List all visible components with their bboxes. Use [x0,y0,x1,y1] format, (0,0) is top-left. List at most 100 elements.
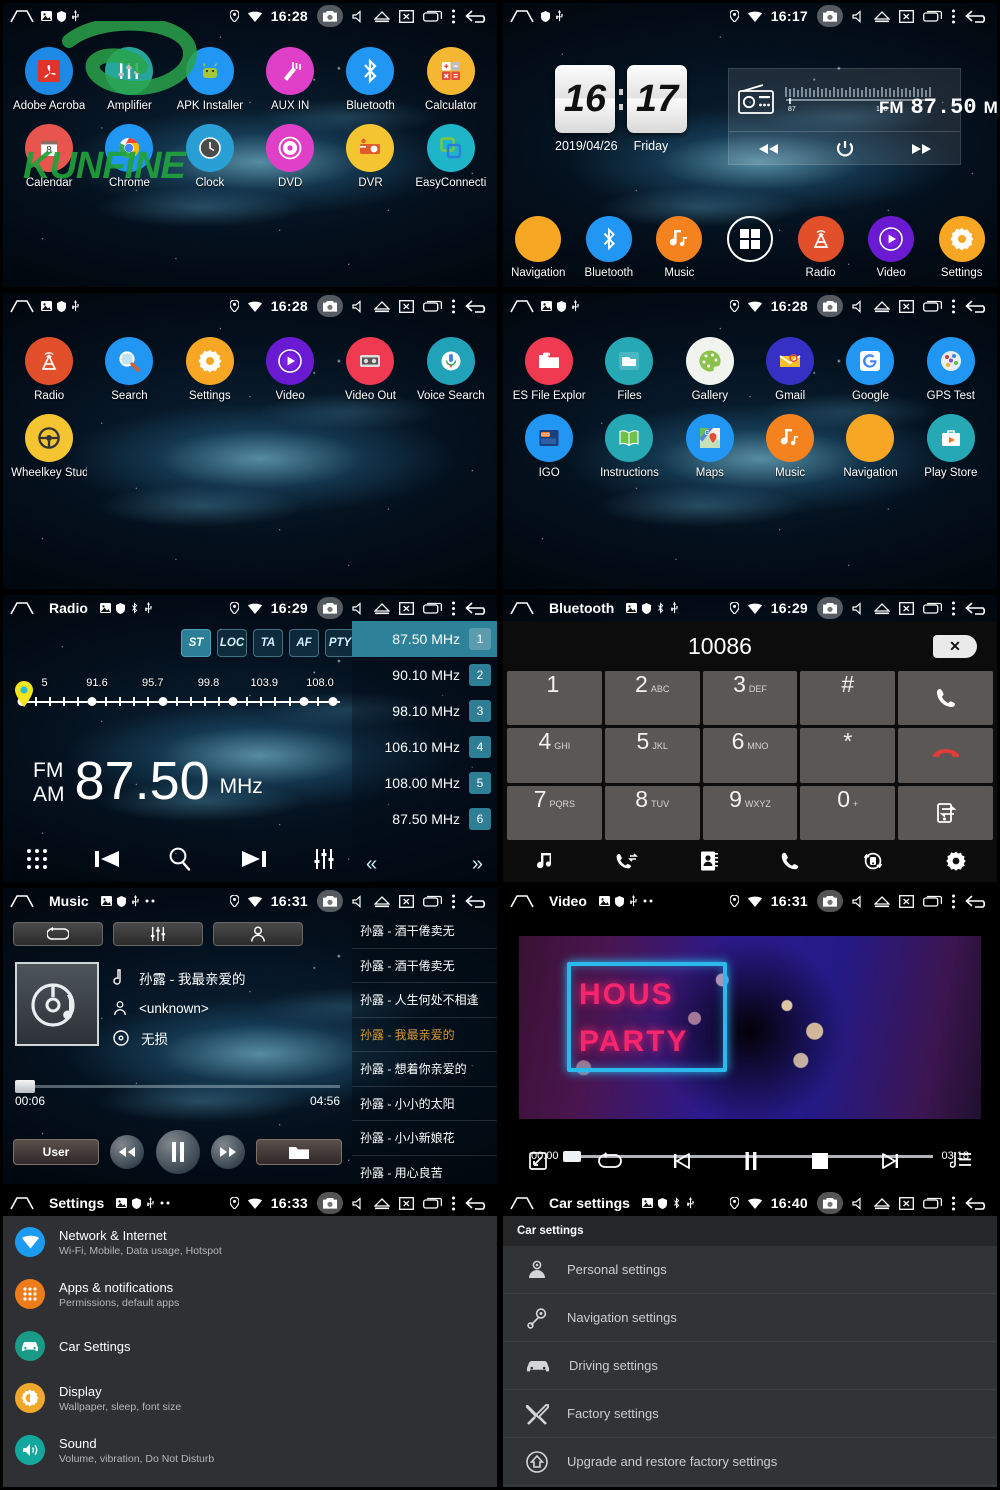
app-wheelkey-study[interactable]: Wheelkey Stud [9,414,89,479]
home-icon[interactable] [509,1195,535,1211]
playlist-item[interactable]: 孙露 - 用心良苦 [352,1156,497,1185]
overflow-icon[interactable] [951,1196,956,1211]
power-icon[interactable] [835,139,855,159]
recents-icon[interactable] [923,602,942,614]
overflow-icon[interactable] [451,1196,456,1211]
key-8[interactable]: 8 TUV [604,785,700,840]
camera-icon[interactable] [817,295,843,317]
camera-icon[interactable] [317,295,343,317]
key-4[interactable]: 4 GHI [507,728,602,783]
home-icon[interactable] [509,298,535,314]
recents-icon[interactable] [423,602,442,614]
key-7[interactable]: 7 PQRS [507,785,602,840]
overflow-icon[interactable] [951,299,956,314]
mute-icon[interactable] [352,1196,365,1210]
recents-icon[interactable] [423,10,442,22]
back-icon[interactable] [465,299,489,313]
preset-item[interactable]: 108.00 MHz 5 [352,765,497,801]
repeat-icon[interactable] [598,1152,622,1170]
home-icon[interactable] [9,298,35,314]
app-bluetooth[interactable]: Bluetooth [330,47,410,112]
progress-track[interactable] [15,1080,340,1093]
close-window-icon[interactable] [899,894,914,908]
eject-icon[interactable] [374,602,390,615]
close-window-icon[interactable] [399,299,414,313]
radio-btn-st[interactable]: ST [181,629,211,657]
playlist-item[interactable]: 孙露 - 酒干倦卖无 [352,949,497,983]
radio-widget[interactable]: 87 108 FM 87.50 MHz [728,68,997,165]
close-window-icon[interactable] [399,9,414,23]
dialpad-phone-icon[interactable] [779,850,801,872]
dialed-number[interactable]: 10086 [503,633,997,660]
app-play-store[interactable]: Play Store [911,414,991,479]
eject-icon[interactable] [374,1197,390,1210]
mute-icon[interactable] [852,9,865,23]
app-calendar[interactable]: 8 Calendar [9,124,89,189]
settings-row-network[interactable]: Network & Internet Wi-Fi, Mobile, Data u… [3,1216,497,1268]
video-surface[interactable]: HOUS PARTY [519,936,981,1119]
key-6[interactable]: 6 MNO [702,728,798,783]
app-gps-test[interactable]: GPS Test [911,337,991,402]
previous-icon[interactable] [672,1151,692,1171]
camera-icon[interactable] [817,5,843,27]
preset-item[interactable]: 87.50 MHz 6 [352,801,497,837]
radio-btn-af[interactable]: AF [289,629,319,657]
mute-icon[interactable] [852,1196,865,1210]
app-video-out[interactable]: Video Out [330,337,410,402]
close-window-icon[interactable] [899,9,914,23]
stop-icon[interactable] [810,1151,830,1171]
recents-icon[interactable] [923,300,942,312]
recents-icon[interactable] [923,10,942,22]
clock-widget[interactable]: 16 17 2019/04/26 Friday [555,65,687,153]
equalizer-button[interactable] [113,922,203,946]
camera-icon[interactable] [817,1192,843,1214]
recents-icon[interactable] [423,1197,442,1209]
key-2[interactable]: 2 ABC [604,671,700,726]
playlist-item[interactable]: 孙露 - 酒干倦卖无 [352,914,497,949]
artist-button[interactable] [213,922,303,946]
app-voice-search[interactable]: Voice Search [411,337,491,402]
close-window-icon[interactable] [399,894,414,908]
app-adobe-acrobat[interactable]: Adobe Acroba [9,47,89,112]
app-music[interactable]: Music [750,414,830,479]
close-window-icon[interactable] [899,1196,914,1210]
preset-item[interactable]: 90.10 MHz 2 [352,657,497,693]
folder-button[interactable] [256,1139,342,1165]
sync-contacts-icon[interactable] [861,850,885,872]
mute-icon[interactable] [352,894,365,908]
app-radio[interactable]: Radio [9,337,89,402]
previous-icon[interactable] [756,142,782,156]
mute-icon[interactable] [352,299,365,313]
key-5[interactable]: 5 JKL [604,728,700,783]
home-icon[interactable] [9,1195,35,1211]
back-icon[interactable] [965,299,989,313]
overflow-icon[interactable] [451,894,456,909]
transfer-audio-button[interactable] [898,785,993,840]
camera-icon[interactable] [817,597,843,619]
back-icon[interactable] [465,601,489,615]
app-search[interactable]: Search [89,337,169,402]
back-icon[interactable] [465,9,489,23]
playlist-icon[interactable] [950,1151,972,1171]
preset-item[interactable]: 106.10 MHz 4 [352,729,497,765]
settings-row-car[interactable]: Car Settings [3,1320,497,1372]
recents-icon[interactable] [923,1197,942,1209]
playlist-item[interactable]: 孙露 - 小小新娘花 [352,1121,497,1156]
call-log-icon[interactable] [615,850,639,872]
settings-row-apps[interactable]: Apps & notifications Permissions, defaul… [3,1268,497,1320]
repeat-button[interactable] [13,922,103,946]
overflow-icon[interactable] [951,601,956,616]
back-icon[interactable] [965,9,989,23]
key-star[interactable]: * [800,728,896,783]
app-google[interactable]: Google [830,337,910,402]
previous-icon[interactable] [93,849,123,869]
app-amplifier[interactable]: Amplifier [89,47,169,112]
user-eq-button[interactable]: User [13,1139,99,1165]
key-9[interactable]: 9 WXYZ [702,785,798,840]
home-icon[interactable] [9,600,35,616]
camera-icon[interactable] [317,890,343,912]
preset-item[interactable]: 98.10 MHz 3 [352,693,497,729]
next-icon[interactable] [880,1151,900,1171]
preset-next-page-button[interactable]: » [472,853,483,876]
radio-band-am[interactable]: AM [33,783,65,807]
